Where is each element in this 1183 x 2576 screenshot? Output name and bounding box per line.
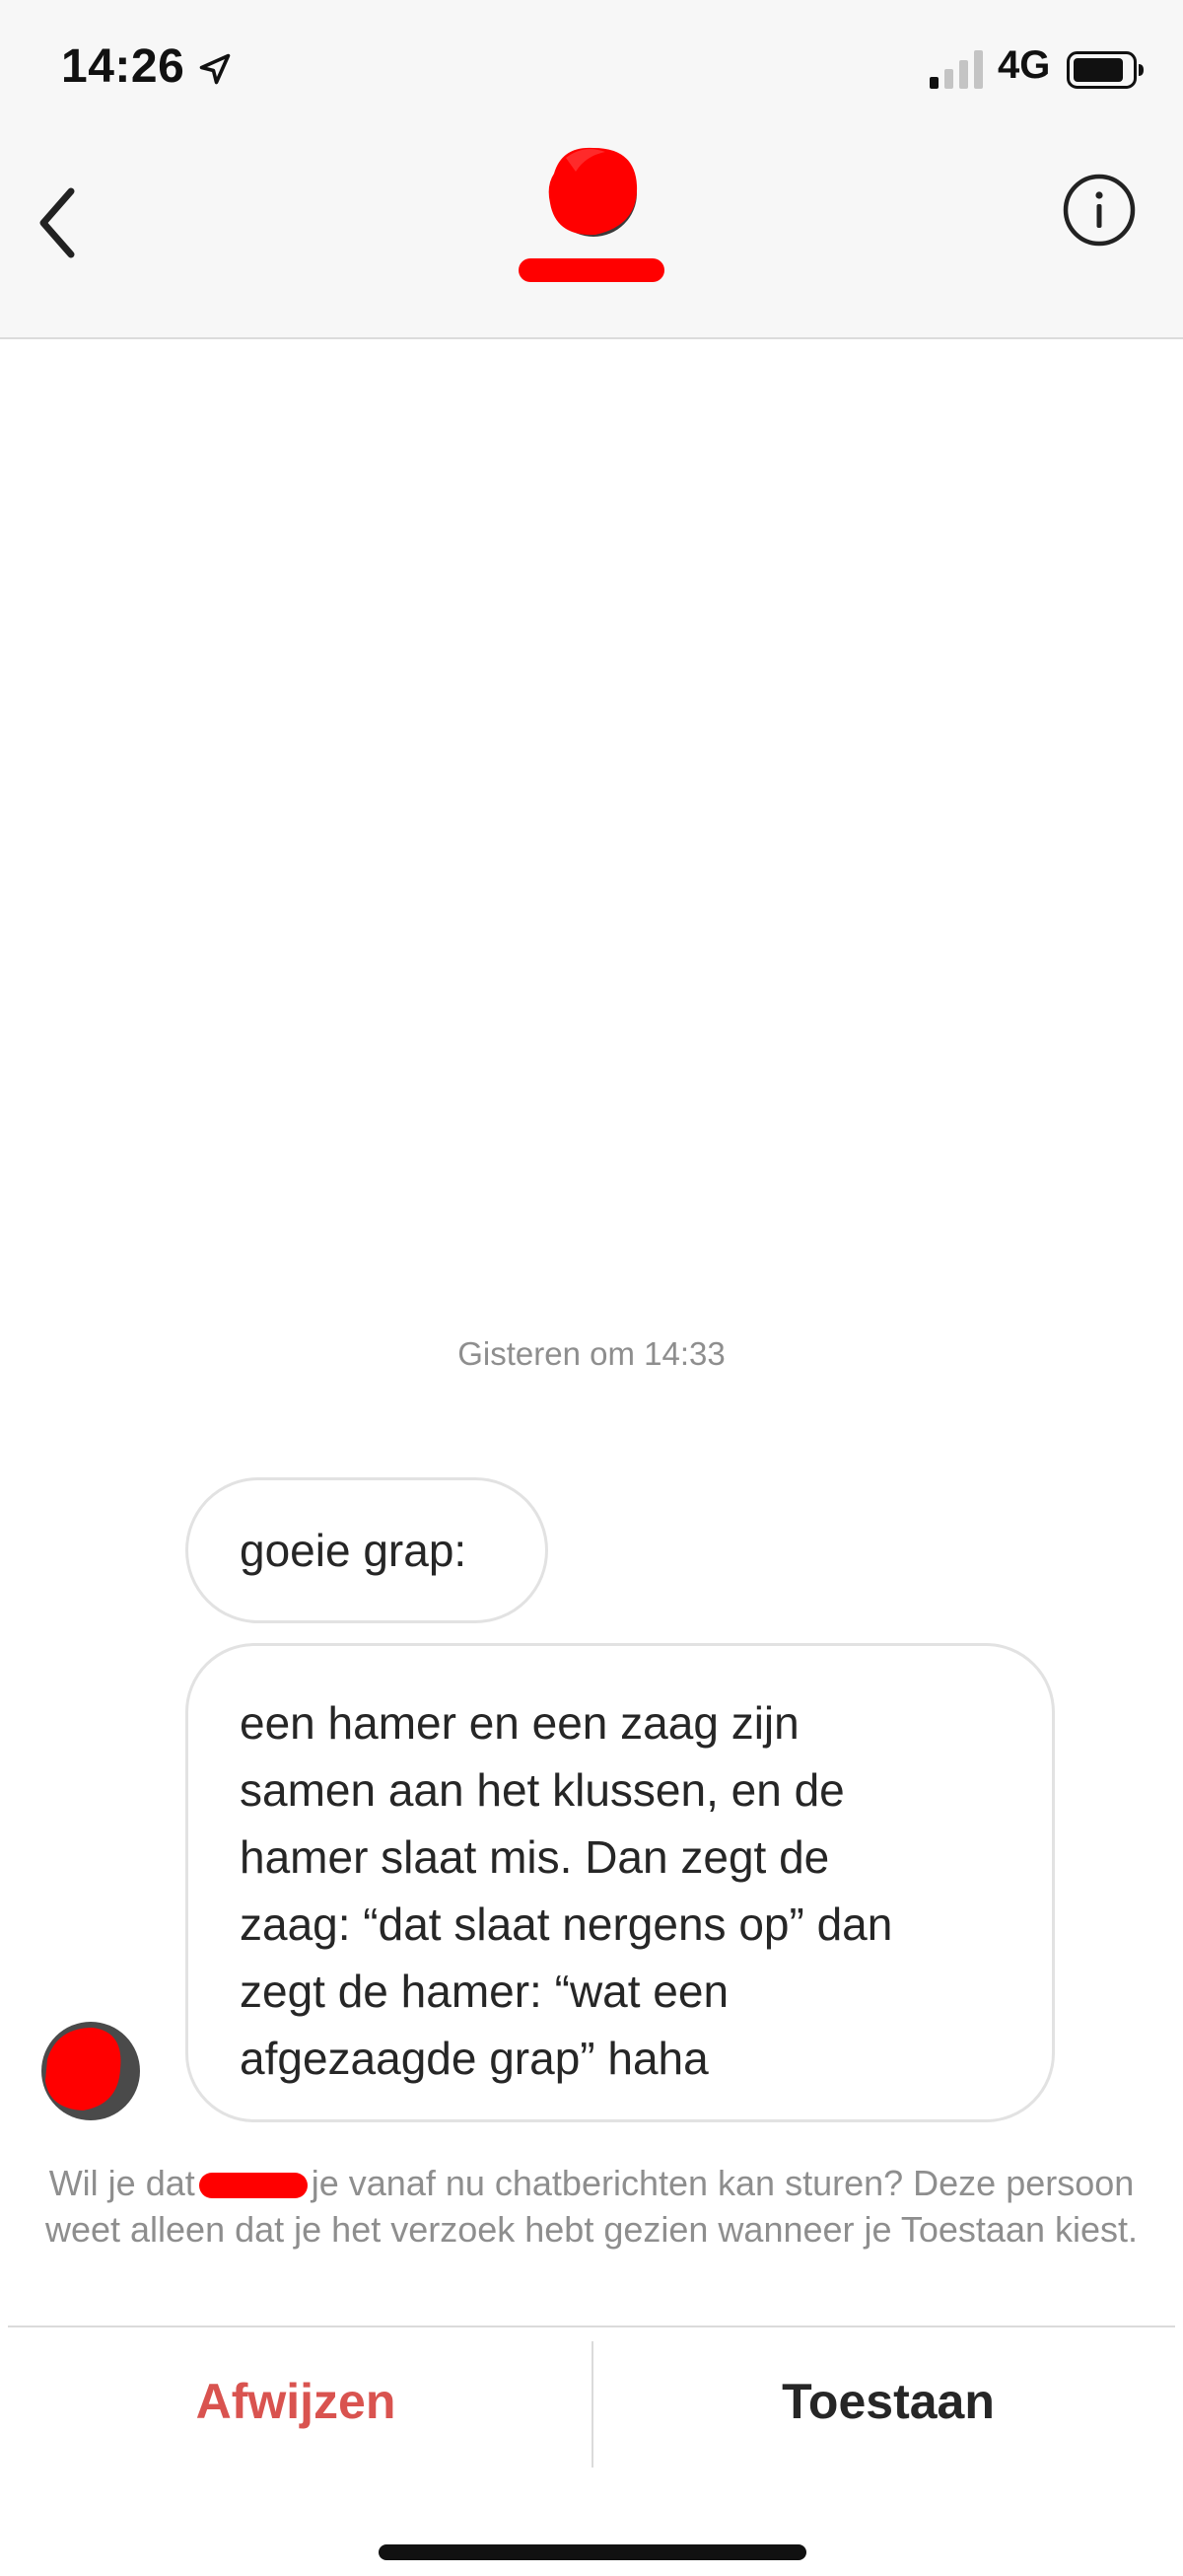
header-avatar[interactable] (532, 138, 651, 245)
username-redacted (519, 258, 664, 282)
message-text-line: een hamer en een zaag zijn (240, 1697, 800, 1749)
signal-icon (930, 50, 983, 89)
status-bar: 14:26 4G (0, 0, 1183, 138)
notice-text-start: Wil je dat (48, 2163, 195, 2203)
message-text-line: zegt de hamer: “wat een (240, 1966, 730, 2017)
home-indicator[interactable] (379, 2544, 806, 2560)
message-text-line: samen aan het klussen, en de (240, 1764, 845, 1816)
message-timestamp: Gisteren om 14:33 (457, 1335, 726, 1372)
message-text-line: hamer slaat mis. Dan zegt de (240, 1831, 830, 1883)
message-bubble[interactable]: een hamer en een zaag zijn samen aan het… (185, 1643, 1055, 2122)
sender-avatar[interactable] (39, 2020, 142, 2122)
status-time: 14:26 (61, 40, 185, 93)
info-icon[interactable] (1061, 172, 1138, 249)
decline-button[interactable]: Afwijzen (0, 2327, 592, 2475)
message-request-notice: Wil je dat je vanaf nu chatberichten kan … (43, 2160, 1140, 2253)
back-chevron-icon[interactable] (30, 174, 89, 272)
accept-button[interactable]: Toestaan (593, 2327, 1183, 2475)
network-type: 4G (998, 43, 1051, 87)
message-bubble[interactable]: goeie grap: (185, 1477, 548, 1623)
message-text-line: zaag: “dat slaat nergens op” dan (240, 1898, 893, 1950)
location-arrow-icon (199, 53, 231, 85)
message-text: goeie grap: (240, 1525, 467, 1576)
direct-message-request-screen: 14:26 4G Gisteren om 14:33 goeie grap: e… (0, 0, 1183, 2576)
message-text-line: afgezaagde grap” haha (240, 2033, 709, 2084)
chat-header (0, 138, 1183, 339)
redacted-username (198, 2173, 308, 2199)
battery-icon (1067, 51, 1144, 89)
